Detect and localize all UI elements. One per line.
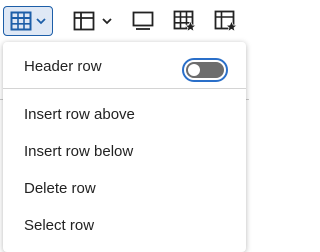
chevron-down-icon: [36, 17, 46, 25]
switch-track: [186, 62, 224, 78]
menu-item-label: Insert row above: [24, 105, 135, 123]
table-toolbar: [0, 0, 249, 46]
table-column-dropdown-button[interactable]: [66, 6, 118, 36]
table-cell-star-icon: [214, 10, 238, 32]
insert-row-above-item[interactable]: Insert row above: [3, 96, 246, 132]
table-row-menu: Header row Insert row above Insert row b…: [3, 42, 246, 252]
table-layout-icon: [73, 11, 95, 31]
chevron-down-icon: [101, 17, 112, 25]
menu-item-label: Delete row: [24, 179, 96, 197]
table-properties-icon: [132, 11, 154, 31]
menu-item-label: Select row: [24, 216, 95, 234]
select-row-item[interactable]: Select row: [3, 207, 246, 243]
menu-item-label: Insert row below: [24, 142, 134, 160]
menu-separator: [3, 88, 246, 89]
header-row-switch[interactable]: [182, 58, 228, 82]
table-row-dropdown-button[interactable]: [3, 6, 53, 36]
header-row-toggle-item[interactable]: Header row: [3, 48, 246, 84]
delete-row-item[interactable]: Delete row: [3, 170, 246, 206]
header-row-label: Header row: [24, 57, 102, 75]
insert-row-below-item[interactable]: Insert row below: [3, 133, 246, 169]
table-properties-button[interactable]: [128, 6, 158, 36]
switch-knob: [188, 64, 200, 76]
table-caption-button[interactable]: [210, 6, 242, 36]
cell-properties-button[interactable]: [170, 6, 200, 36]
table-cell-properties-icon: [173, 10, 197, 32]
table-icon: [10, 11, 32, 31]
